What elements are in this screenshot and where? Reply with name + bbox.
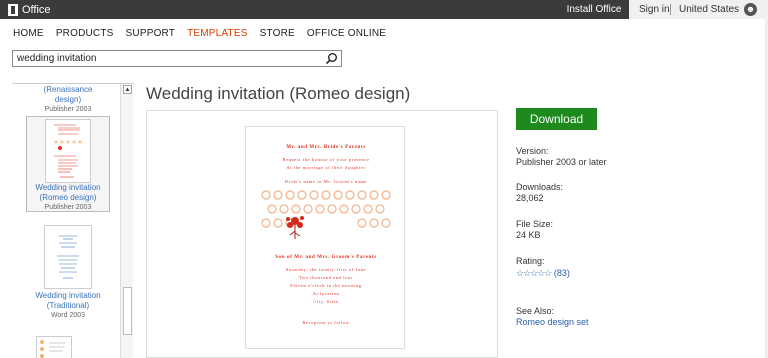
thumbnail-title-line[interactable]: Wedding invitation [18, 291, 118, 301]
thumbnail-title-line[interactable]: Wedding invitation [18, 183, 118, 193]
scrollbar-thumb[interactable] [123, 287, 132, 335]
file-size-label: File Size: [516, 219, 554, 229]
thumbnail-title-line[interactable]: (Renaissance [18, 85, 118, 95]
invitation-line: At location [312, 291, 340, 296]
scroll-up-arrow-icon[interactable]: ▲ [123, 85, 132, 94]
divider [670, 4, 671, 15]
invitation-page: Mr. and Mrs. Bride's Parents Request the… [245, 126, 405, 349]
downloads-label: Downloads: [516, 182, 564, 192]
thumbnail-title-line[interactable]: design) [18, 95, 118, 105]
brand-name: Office [22, 3, 51, 16]
invitation-line: Son of Mr. and Mrs. Groom's Parents [275, 255, 377, 260]
thumbnail-image-traditional[interactable] [44, 225, 92, 289]
nav-support[interactable]: SUPPORT [126, 28, 176, 39]
invitation-line: City, State [313, 299, 339, 304]
rose-flower-icon [286, 216, 304, 239]
office-logo[interactable]: Office [8, 2, 51, 17]
thumbnail-subtitle: Word 2003 [50, 312, 86, 319]
feedback-smiley-icon[interactable]: ☻ [744, 3, 757, 16]
invitation-line: Reception to follow [302, 320, 350, 325]
nav-office-online[interactable]: OFFICE ONLINE [307, 28, 386, 39]
invitation-line: At the marriage of their daughter [286, 165, 366, 170]
ornament-pattern-row [267, 204, 385, 214]
downloads-value: 28,062 [516, 193, 544, 203]
nav-products[interactable]: PRODUCTS [56, 28, 114, 39]
see-also-link[interactable]: Romeo design set [516, 317, 589, 328]
template-preview: Mr. and Mrs. Bride's Parents Request the… [146, 110, 498, 358]
version-value: Publisher 2003 or later [516, 157, 607, 167]
invitation-line: Eleven o'clock in the morning [290, 283, 362, 288]
account-area: Sign in United States ☻ [629, 0, 768, 19]
invitation-line: Mr. and Mrs. Bride's Parents [286, 145, 366, 150]
invitation-line: Saturday, the twenty-first of June [285, 267, 367, 272]
page-title: Wedding invitation (Romeo design) [146, 84, 411, 103]
office-icon [8, 3, 18, 16]
thumbnail-preview-graphic [40, 340, 65, 358]
thumbnail-scrollbar[interactable]: ▲ [120, 84, 133, 358]
install-office-link[interactable]: Install Office [559, 0, 629, 19]
template-thumbnail-list[interactable]: (Renaissance design) Publisher 2003 Wedd… [12, 83, 134, 358]
invitation-line: Bride's name to Mr. Groom's name [284, 179, 368, 184]
thumbnail-preview-graphic [54, 124, 82, 178]
thumbnail-subtitle: Publisher 2003 [44, 204, 92, 211]
sign-in-link[interactable]: Sign in [639, 0, 670, 19]
rating-stars-icon[interactable]: ☆☆☆☆☆ [516, 268, 552, 279]
download-button[interactable]: Download [516, 108, 597, 130]
nav-home[interactable]: HOME [13, 28, 44, 39]
version-label: Version: [516, 146, 549, 156]
invitation-line: Two thousand and four [298, 275, 354, 280]
search-box [12, 50, 342, 67]
file-size-value: 24 KB [516, 230, 541, 240]
search-input[interactable] [17, 52, 317, 65]
invitation-line: Request the honour of your presence [282, 157, 370, 162]
ornament-pattern-row [261, 218, 391, 228]
country-link[interactable]: United States [679, 0, 739, 19]
thumbnail-title-line[interactable]: (Romeo design) [18, 193, 118, 203]
search-icon[interactable] [325, 52, 338, 65]
see-also-label: See Also: [516, 306, 555, 316]
thumbnail-image-next[interactable] [36, 336, 72, 358]
thumbnail-image-romeo[interactable] [45, 119, 91, 183]
nav-templates[interactable]: TEMPLATES [187, 28, 248, 39]
rating-row[interactable]: ☆☆☆☆☆ (83) [516, 268, 570, 279]
top-bar: Office Install Office Sign in United Sta… [0, 0, 768, 19]
thumbnail-subtitle: Publisher 2003 [44, 106, 92, 113]
rating-label: Rating: [516, 256, 545, 266]
rating-count-link[interactable]: (83) [554, 268, 570, 278]
thumbnail-title-line[interactable]: (Traditional) [18, 301, 118, 311]
main-nav: HOME PRODUCTS SUPPORT TEMPLATES STORE OF… [13, 28, 398, 39]
thumbnail-preview-graphic [57, 235, 79, 279]
ornament-pattern-row [261, 190, 391, 200]
nav-store[interactable]: STORE [260, 28, 295, 39]
